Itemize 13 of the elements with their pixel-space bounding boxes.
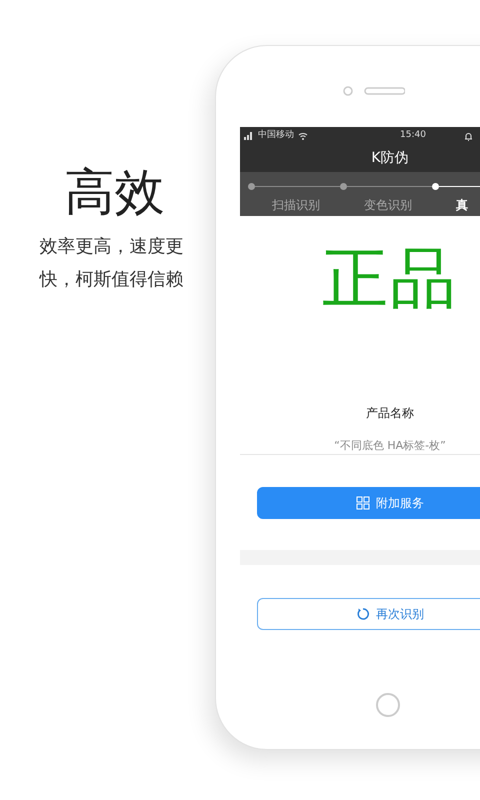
clock-time: 15:40 xyxy=(400,129,426,142)
services-button[interactable]: 附加服务 xyxy=(257,487,480,519)
product-name: “不同底色 HA标签-枚” xyxy=(334,438,446,454)
carrier-text: 中国移动 xyxy=(258,129,294,142)
headline: 高效 xyxy=(64,162,164,222)
step-tab[interactable]: 变色识别 xyxy=(364,198,412,212)
rescan-button[interactable]: 再次识别 xyxy=(257,598,480,630)
product-label: 产品名称 xyxy=(366,405,414,422)
verdict-text: 正品 xyxy=(322,244,458,314)
app-title: K防伪 xyxy=(371,149,409,168)
step-tab[interactable]: 扫描识别 xyxy=(272,198,320,212)
step-tab[interactable]: 真 xyxy=(456,198,468,212)
tagline: 效率更高，速度更快，柯斯值得信赖 xyxy=(40,235,185,292)
